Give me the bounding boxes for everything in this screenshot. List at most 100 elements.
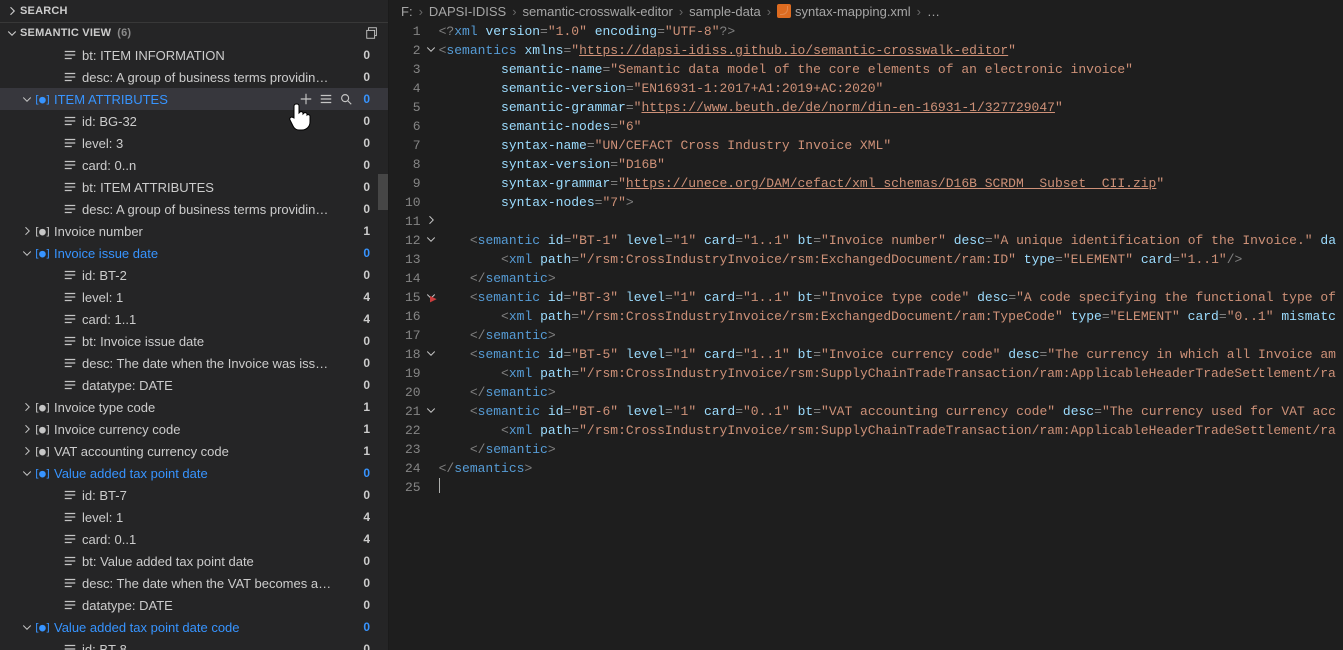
add-icon[interactable] <box>299 92 313 106</box>
semantic-icon: [●] <box>34 423 50 436</box>
semantic-tree-property[interactable]: desc: A group of business terms providin… <box>0 66 388 88</box>
property-icon <box>62 532 78 546</box>
semantic-icon: [●] <box>34 93 50 106</box>
fold-down-icon[interactable] <box>425 347 437 359</box>
code-area[interactable]: <?xml version="1.0" encoding="UTF-8"?><s… <box>439 22 1336 650</box>
list-icon[interactable] <box>319 92 333 106</box>
result-count-badge: 0 <box>363 268 370 282</box>
breadcrumb-part[interactable]: sample-data <box>689 4 761 19</box>
chevron-down-icon[interactable] <box>20 467 34 479</box>
semantic-panel-header[interactable]: SEMANTIC VIEW (6) <box>0 22 388 45</box>
chevron-down-icon[interactable] <box>20 93 34 105</box>
tree-item-label: Invoice issue date <box>54 246 158 261</box>
tree-item-label: desc: The date when the Invoice was issu… <box>82 356 334 371</box>
breadcrumb-file[interactable]: syntax-mapping.xml <box>777 4 911 19</box>
tree-item-label: id: BT-8 <box>82 642 127 650</box>
editor-pane: F:› DAPSI-IDISS› semantic-crosswalk-edit… <box>389 0 1343 650</box>
property-icon <box>62 378 78 392</box>
tree-item-label: Value added tax point date <box>54 466 208 481</box>
fold-right-icon[interactable] <box>425 214 437 226</box>
semantic-tree-property[interactable]: card: 0..14 <box>0 528 388 550</box>
result-count-badge: 0 <box>363 620 370 634</box>
editor-body[interactable]: 123456789101112131415▶161718192021222324… <box>389 22 1343 650</box>
semantic-tree-property[interactable]: id: BT-70 <box>0 484 388 506</box>
semantic-panel-title: SEMANTIC VIEW <box>20 27 111 39</box>
tree-item-label: level: 1 <box>82 510 123 525</box>
search-icon[interactable] <box>339 92 353 106</box>
semantic-tree-property[interactable]: bt: ITEM INFORMATION0 <box>0 44 388 66</box>
chevron-right-icon[interactable] <box>20 423 34 435</box>
tree-item-label: level: 3 <box>82 136 123 151</box>
semantic-tree-node[interactable]: [●]Invoice issue date0 <box>0 242 388 264</box>
tree-item-label: Value added tax point date code <box>54 620 240 635</box>
restore-icon[interactable] <box>364 25 380 41</box>
semantic-tree-property[interactable]: id: BT-2 0 <box>0 264 388 286</box>
property-icon <box>62 290 78 304</box>
result-count-badge: 0 <box>363 158 370 172</box>
chevron-down-icon <box>4 27 20 39</box>
breadcrumbs-bar[interactable]: F:› DAPSI-IDISS› semantic-crosswalk-edit… <box>389 0 1343 22</box>
search-panel-header[interactable]: SEARCH <box>0 0 388 22</box>
property-icon <box>62 158 78 172</box>
property-icon <box>62 202 78 216</box>
property-icon <box>62 312 78 326</box>
semantic-tree-property[interactable]: id: BT-8 0 <box>0 638 388 650</box>
semantic-tree-property[interactable]: bt: Invoice issue date0 <box>0 330 388 352</box>
semantic-tree-property[interactable]: datatype: DATE0 <box>0 594 388 616</box>
semantic-tree-property[interactable]: bt: ITEM ATTRIBUTES0 <box>0 176 388 198</box>
semantic-tree-property[interactable]: desc: The date when the VAT becomes acco… <box>0 572 388 594</box>
property-icon <box>62 510 78 524</box>
semantic-tree-property[interactable]: desc: The date when the Invoice was issu… <box>0 352 388 374</box>
result-count-badge: 0 <box>363 70 370 84</box>
property-icon <box>62 136 78 150</box>
semantic-tree-property[interactable]: datatype: DATE0 <box>0 374 388 396</box>
result-count-badge: 4 <box>363 532 370 546</box>
semantic-tree-node[interactable]: [●]Invoice number1 <box>0 220 388 242</box>
breadcrumb-part[interactable]: semantic-crosswalk-editor <box>523 4 673 19</box>
semantic-tree-node[interactable]: [●]Value added tax point date code0 <box>0 616 388 638</box>
tree-item-label: datatype: DATE <box>82 598 173 613</box>
chevron-down-icon[interactable] <box>20 247 34 259</box>
fold-down-icon[interactable] <box>425 233 437 245</box>
fold-down-icon[interactable] <box>425 43 437 55</box>
chevron-right-icon[interactable] <box>20 225 34 237</box>
result-count-badge: 0 <box>363 576 370 590</box>
semantic-tree-node[interactable]: [●]Invoice currency code1 <box>0 418 388 440</box>
semantic-tree-property[interactable]: bt: Value added tax point date0 <box>0 550 388 572</box>
semantic-tree-property[interactable]: id: BG-320 <box>0 110 388 132</box>
semantic-tree-node[interactable]: [●]Value added tax point date0 <box>0 462 388 484</box>
semantic-tree-property[interactable]: desc: A group of business terms providin… <box>0 198 388 220</box>
semantic-tree-property[interactable]: card: 0..n0 <box>0 154 388 176</box>
semantic-tree-property[interactable]: card: 1..14 <box>0 308 388 330</box>
chevron-down-icon[interactable] <box>20 621 34 633</box>
semantic-tree-node[interactable]: [●]Invoice type code1 <box>0 396 388 418</box>
semantic-tree-property[interactable]: level: 30 <box>0 132 388 154</box>
fold-down-icon[interactable] <box>425 404 437 416</box>
semantic-icon: [●] <box>34 225 50 238</box>
property-icon <box>62 114 78 128</box>
tree-item-label: Invoice type code <box>54 400 155 415</box>
semantic-tree-property[interactable]: level: 14 <box>0 286 388 308</box>
breadcrumb-part[interactable]: F: <box>401 4 413 19</box>
tree-item-label: id: BT-7 <box>82 488 127 503</box>
tree-item-label: ITEM ATTRIBUTES <box>54 92 168 107</box>
property-icon <box>62 642 78 650</box>
chevron-right-icon[interactable] <box>20 401 34 413</box>
result-count-badge: 0 <box>363 554 370 568</box>
tree-item-label: id: BT-2 <box>82 268 127 283</box>
tree-item-label: desc: The date when the VAT becomes acco… <box>82 576 334 591</box>
result-count-badge: 0 <box>363 356 370 370</box>
result-count-badge: 0 <box>363 642 370 650</box>
sidebar-scrollbar[interactable] <box>378 174 388 210</box>
semantic-tree-node[interactable]: [●]ITEM ATTRIBUTES0 <box>0 88 388 110</box>
result-count-badge: 1 <box>363 422 370 436</box>
semantic-icon: [●] <box>34 401 50 414</box>
semantic-icon: [●] <box>34 247 50 260</box>
property-icon <box>62 180 78 194</box>
result-count-badge: 0 <box>363 48 370 62</box>
breadcrumb-part[interactable]: DAPSI-IDISS <box>429 4 506 19</box>
semantic-tree-node[interactable]: [●]VAT accounting currency code1 <box>0 440 388 462</box>
chevron-right-icon[interactable] <box>20 445 34 457</box>
semantic-tree-property[interactable]: level: 14 <box>0 506 388 528</box>
breadcrumb-tail[interactable]: … <box>927 4 940 19</box>
